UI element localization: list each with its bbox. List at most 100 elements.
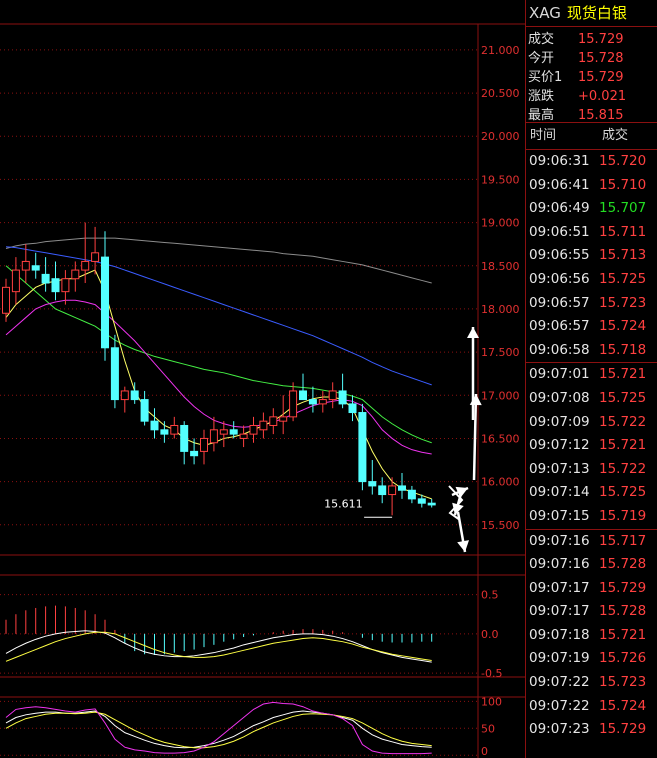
candle-body xyxy=(61,278,70,293)
trade-price: 15.728 xyxy=(599,603,647,620)
trade-row[interactable]: 09:07:22 15.724 xyxy=(526,695,657,719)
macd-line xyxy=(5,631,432,662)
kline-chart[interactable]: 21.000 20.500 20.000 19.500 19.000 18.500 18.0… xyxy=(0,0,525,758)
trade-price: 15.721 xyxy=(599,437,647,454)
low-price-label: 15.611 xyxy=(324,497,363,510)
trade-row[interactable]: 09:07:12 15.721 xyxy=(526,434,657,458)
trade-row[interactable]: 09:07:08 15.725 xyxy=(526,387,657,411)
kdj-line xyxy=(5,711,432,749)
candle-body xyxy=(110,347,119,401)
trade-price: 15.728 xyxy=(599,556,647,573)
quote-label: 买价1 xyxy=(528,70,563,85)
trade-row[interactable]: 09:06:49 15.707 xyxy=(526,197,657,221)
trade-row[interactable]: 09:07:22 15.723 xyxy=(526,671,657,695)
price-tick-label: 17.500 xyxy=(481,346,520,359)
quote-value: +0.021 xyxy=(578,89,627,104)
quote-value: 15.729 xyxy=(578,32,624,47)
trade-row[interactable]: 09:07:19 15.726 xyxy=(526,647,657,671)
trade-row[interactable]: 09:06:57 15.723 xyxy=(526,292,657,316)
quote-label: 成交 xyxy=(528,32,555,47)
trade-row[interactable]: 09:06:51 15.711 xyxy=(526,221,657,245)
trade-time: 09:06:58 xyxy=(529,341,590,358)
candle-body xyxy=(299,390,307,401)
candle-body xyxy=(130,390,139,401)
candle-body xyxy=(2,286,10,314)
candle-body xyxy=(348,403,357,414)
candle-body xyxy=(140,399,149,422)
trade-row[interactable]: 09:06:56 15.725 xyxy=(526,268,657,292)
trade-time: 09:06:55 xyxy=(529,247,590,264)
trade-row[interactable]: 09:06:55 15.713 xyxy=(526,244,657,268)
quote-value: 15.728 xyxy=(578,51,624,66)
trade-row[interactable]: 09:07:16 15.717 xyxy=(526,528,657,554)
trade-row[interactable]: 09:07:15 15.719 xyxy=(526,505,657,529)
trade-time: 09:07:01 xyxy=(529,366,590,383)
trade-row[interactable]: 09:06:58 15.718 xyxy=(526,339,657,363)
trades-header-time: 时间 xyxy=(530,128,557,143)
quote-row: 成交 15.729 xyxy=(526,30,657,49)
trade-row[interactable]: 09:06:41 15.710 xyxy=(526,174,657,198)
candle-body xyxy=(259,420,268,431)
trade-price: 15.719 xyxy=(599,507,647,524)
price-tick-label: 20.000 xyxy=(481,130,520,143)
price-tick-label: 19.500 xyxy=(481,173,520,186)
trade-row[interactable]: 09:07:14 15.725 xyxy=(526,481,657,505)
trade-time: 09:07:17 xyxy=(529,579,590,596)
trade-time: 09:07:08 xyxy=(529,389,590,406)
candle-body xyxy=(120,390,129,401)
symbol-name: 现货白银 xyxy=(566,4,627,22)
candle-body xyxy=(328,390,337,401)
trade-row[interactable]: 09:07:17 15.728 xyxy=(526,600,657,624)
trade-price: 15.723 xyxy=(599,294,647,311)
quote-row: 今开 15.728 xyxy=(526,49,657,68)
trade-row[interactable]: 09:07:01 15.721 xyxy=(526,362,657,387)
candle-body xyxy=(150,420,159,431)
candle-body xyxy=(31,265,40,271)
quote-label: 涨跌 xyxy=(528,89,555,104)
trade-price: 15.713 xyxy=(599,247,647,264)
candle-body xyxy=(318,399,327,405)
trade-price: 15.717 xyxy=(599,532,647,549)
candle-body xyxy=(368,481,377,487)
kdj-tick-label: 0 xyxy=(481,745,488,758)
trade-row[interactable]: 09:07:09 15.722 xyxy=(526,411,657,435)
trade-time: 09:07:13 xyxy=(529,460,590,477)
trade-time: 09:06:51 xyxy=(529,223,590,240)
trades-header-price: 成交 xyxy=(602,128,629,143)
trade-price: 15.711 xyxy=(599,223,647,240)
trade-row[interactable]: 09:07:13 15.722 xyxy=(526,458,657,482)
candle-body xyxy=(338,390,347,405)
trade-row[interactable]: 09:06:31 15.720 xyxy=(526,150,657,174)
trade-time: 09:06:31 xyxy=(529,153,590,169)
trade-time: 09:07:19 xyxy=(529,650,590,667)
trade-time: 09:07:16 xyxy=(529,532,590,549)
candle-body xyxy=(101,256,109,349)
trade-time: 09:06:57 xyxy=(529,294,590,311)
macd-tick-label: -0.5 xyxy=(481,667,502,680)
trade-price: 15.707 xyxy=(599,200,647,217)
chart-area[interactable]: 21.000 20.500 20.000 19.500 19.000 18.500 18.0… xyxy=(0,0,525,758)
trade-price: 15.725 xyxy=(599,484,647,501)
trades-list[interactable]: 09:06:31 15.720 09:06:41 15.710 09:06:49 15.7… xyxy=(526,150,657,742)
price-tick-label: 18.500 xyxy=(481,260,520,273)
trade-row[interactable]: 09:06:57 15.724 xyxy=(526,315,657,339)
candle-body xyxy=(41,273,50,284)
trade-row[interactable]: 09:07:16 15.728 xyxy=(526,553,657,577)
candle-body xyxy=(249,424,258,435)
candle-body xyxy=(209,429,218,444)
trade-time: 09:07:22 xyxy=(529,697,590,714)
trade-price: 15.720 xyxy=(599,153,647,169)
trade-row[interactable]: 09:07:18 15.721 xyxy=(526,624,657,648)
price-tick-label: 18.000 xyxy=(481,303,520,316)
candle-body xyxy=(289,390,298,418)
macd-tick-label: 0.0 xyxy=(481,628,499,641)
candle-body xyxy=(170,424,179,435)
trade-time: 09:06:41 xyxy=(529,176,590,193)
moving-average-line xyxy=(5,265,432,444)
trade-row[interactable]: 09:07:17 15.729 xyxy=(526,577,657,601)
trade-time: 09:06:57 xyxy=(529,318,590,335)
candle-body xyxy=(81,260,90,271)
quote-label: 今开 xyxy=(528,51,555,66)
trade-row[interactable]: 09:07:23 15.729 xyxy=(526,718,657,742)
macd-line xyxy=(5,630,432,663)
